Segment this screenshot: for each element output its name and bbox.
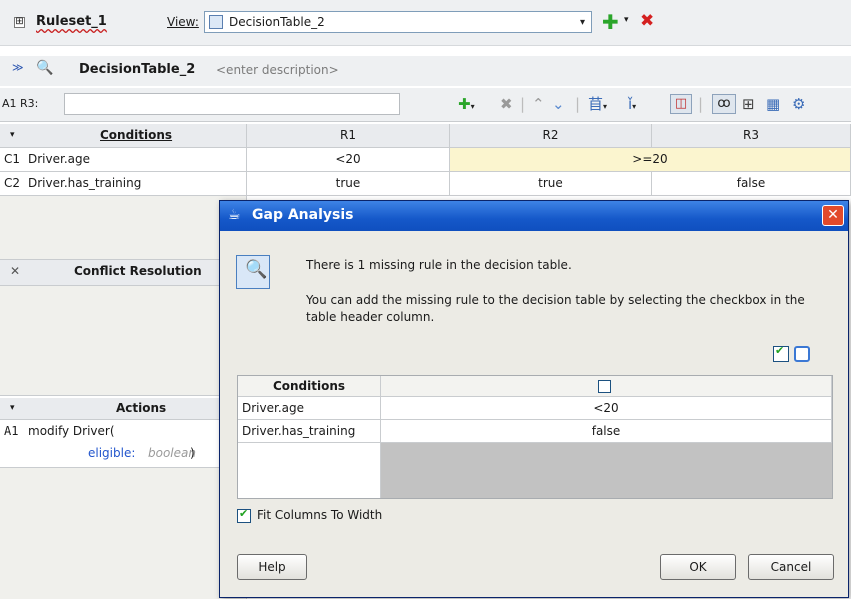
glasses-icon[interactable]: ꝏ (712, 94, 736, 114)
add-rule-button[interactable]: ✚ (602, 10, 619, 34)
view-label: View: (167, 15, 199, 29)
dialog-title: Gap Analysis (252, 207, 354, 223)
action-row-a1[interactable]: A1 modify Driver( eligible: boolean ) (0, 420, 247, 468)
table-rule-header (381, 376, 832, 397)
missing-rule-checkbox[interactable] (598, 380, 611, 393)
table-empty-cell (238, 443, 381, 498)
collapse-actions-icon[interactable]: ▾ (10, 398, 15, 418)
cell-c2-r3[interactable]: false (652, 172, 851, 196)
add-dropdown-icon[interactable]: ▾ (624, 15, 629, 25)
gap-analysis-icon: 🔍 (236, 255, 270, 289)
decision-table-name: DecisionTable_2 (79, 62, 196, 77)
close-icon[interactable]: ✕ (10, 260, 20, 282)
table-row-name: Driver.has_training (238, 420, 381, 443)
cell-ref-input[interactable] (64, 93, 400, 115)
decision-table-bar: ≫ 🔍 DecisionTable_2 <enter description> (0, 56, 851, 86)
move-down-icon[interactable]: ⌄ (552, 95, 565, 113)
cell-c2-r1[interactable]: true (247, 172, 450, 196)
table-empty-area (381, 443, 832, 498)
view-combo[interactable]: DecisionTable_2 ▾ (204, 11, 592, 33)
table-row-name: Driver.age (238, 397, 381, 420)
table-conditions-header: Conditions (238, 376, 381, 397)
help-button[interactable]: Help (237, 554, 307, 580)
actions-header: ▾ Actions (0, 398, 247, 420)
ruleset-bar: ⊞ Ruleset_1 View: DecisionTable_2 ▾ ✚ ▾ … (0, 0, 851, 46)
chevron-down-icon: ▾ (579, 17, 585, 28)
expand-ruleset-icon[interactable]: ⊞ (14, 17, 25, 28)
select-all-icon[interactable] (773, 344, 789, 362)
cell-c2-r2[interactable]: true (450, 172, 652, 196)
ruleset-name: Ruleset_1 (36, 14, 107, 29)
view-value: DecisionTable_2 (229, 15, 325, 29)
table-row-value[interactable]: <20 (381, 397, 832, 420)
separator: | (698, 95, 704, 113)
split-icon[interactable]: ǐ▾ (628, 95, 636, 116)
rule-header-r1[interactable]: R1 (247, 124, 450, 148)
conflict-resolution-header: ✕ Conflict Resolution (0, 260, 247, 286)
fit-columns-checkbox[interactable] (237, 507, 251, 523)
collapse-conditions-icon[interactable]: ▾ (10, 124, 15, 146)
collapse-icon[interactable]: ≫ (12, 61, 24, 74)
rule-header-r2[interactable]: R2 (450, 124, 652, 148)
cell-c1-r2-r3[interactable]: >=20 (450, 148, 851, 172)
move-up-icon[interactable]: ⌃ (532, 95, 545, 113)
separator: | (575, 95, 581, 113)
close-button[interactable]: ✕ (822, 205, 844, 226)
gap-analysis-icon[interactable]: ◫ (670, 94, 692, 114)
dialog-message-instructions: You can add the missing rule to the deci… (306, 293, 805, 324)
table-view-icon[interactable]: ▦ (766, 95, 780, 113)
conflict-resolution-area (0, 286, 247, 396)
insert-column-icon[interactable]: 苜▾ (588, 95, 607, 116)
add-icon[interactable]: ✚▾ (458, 95, 475, 116)
conditions-header: ▾ Conditions (0, 124, 247, 148)
fit-columns-label: Fit Columns To Width (257, 508, 383, 522)
delete-icon[interactable]: ✖ (500, 95, 513, 113)
cancel-button[interactable]: Cancel (748, 554, 834, 580)
table-row-value[interactable]: false (381, 420, 832, 443)
dialog-title-bar[interactable]: ☕ Gap Analysis ✕ (220, 201, 848, 231)
description-input[interactable]: <enter description> (216, 63, 339, 77)
delete-button[interactable]: ✖ (640, 11, 654, 31)
dialog-message-summary: There is 1 missing rule in the decision … (306, 258, 572, 272)
ok-button[interactable]: OK (660, 554, 736, 580)
java-cup-icon: ☕ (228, 207, 241, 223)
cell-ref-label: A1 R3: (2, 97, 39, 110)
magnifier-icon: 🔍 (36, 60, 54, 76)
separator: | (520, 95, 526, 113)
conditions-empty-area (0, 196, 247, 260)
more-icon[interactable]: ⚙ (792, 95, 805, 113)
table-icon (209, 15, 223, 29)
gap-analysis-dialog: ☕ Gap Analysis ✕ 🔍 There is 1 missing ru… (219, 200, 849, 598)
cell-c1-r1[interactable]: <20 (247, 148, 450, 172)
condition-row-c2[interactable]: C2 Driver.has_training (0, 172, 247, 196)
missing-rules-table: Conditions Driver.age <20 Driver.has_tra… (237, 375, 833, 499)
deselect-all-icon[interactable] (794, 346, 810, 362)
rule-header-r3[interactable]: R3 (652, 124, 851, 148)
condition-row-c1[interactable]: C1 Driver.age (0, 148, 247, 172)
actions-empty-area (0, 468, 247, 599)
compact-icon[interactable]: ⊞ (742, 95, 755, 113)
